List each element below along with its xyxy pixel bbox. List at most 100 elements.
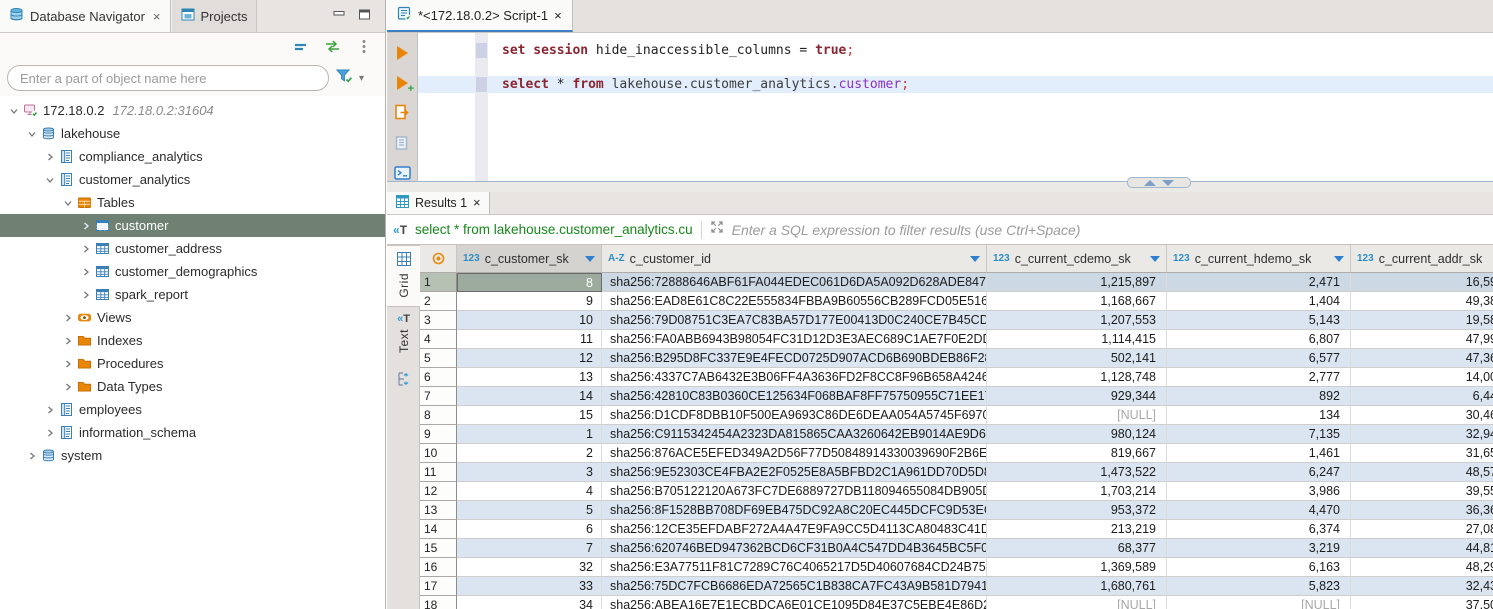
- column-header-c_current_addr_sk[interactable]: 123c_current_addr_sk: [1351, 245, 1493, 273]
- cell-c_customer_id[interactable]: sha256:620746BED947362BCD6CF31B0A4C547DD…: [602, 539, 987, 558]
- cell-c_current_cdemo_sk[interactable]: 929,344: [987, 387, 1167, 406]
- chevron-down-icon[interactable]: [6, 106, 22, 116]
- chevron-right-icon[interactable]: [60, 313, 76, 323]
- cell-c_customer_sk[interactable]: 13: [457, 368, 602, 387]
- row-number[interactable]: 18: [420, 596, 457, 609]
- cell-c_customer_id[interactable]: sha256:8F1528BB708DF69EB475DC92A8C20EC44…: [602, 501, 987, 520]
- cell-c_customer_sk[interactable]: 6: [457, 520, 602, 539]
- tree-item-customer-address[interactable]: customer_address: [0, 237, 385, 260]
- tree-item-lakehouse[interactable]: lakehouse: [0, 122, 385, 145]
- row-number[interactable]: 16: [420, 558, 457, 577]
- chevron-right-icon[interactable]: [42, 152, 58, 162]
- row-number[interactable]: 6: [420, 368, 457, 387]
- value-panel-toggle-icon[interactable]: [387, 371, 419, 387]
- cell-c_current_hdemo_sk[interactable]: 6,163: [1167, 558, 1351, 577]
- execute-script-icon[interactable]: [393, 104, 411, 121]
- execute-statement-icon[interactable]: [393, 44, 411, 61]
- cell-c_current_hdemo_sk[interactable]: 2,471: [1167, 273, 1351, 292]
- column-header-c_current_cdemo_sk[interactable]: 123c_current_cdemo_sk: [987, 245, 1167, 273]
- cell-c_current_hdemo_sk[interactable]: 3,219: [1167, 539, 1351, 558]
- cell-c_current_cdemo_sk[interactable]: 502,141: [987, 349, 1167, 368]
- tree-item-employees[interactable]: employees: [0, 398, 385, 421]
- cell-c_current_addr_sk[interactable]: 31,65: [1351, 444, 1493, 463]
- cell-c_current_hdemo_sk[interactable]: 892: [1167, 387, 1351, 406]
- close-icon[interactable]: ×: [153, 9, 161, 24]
- cell-c_current_addr_sk[interactable]: 19,58: [1351, 311, 1493, 330]
- cell-c_current_cdemo_sk[interactable]: 213,219: [987, 520, 1167, 539]
- cell-c_customer_sk[interactable]: 8: [457, 273, 602, 292]
- cell-c_customer_id[interactable]: sha256:EAD8E61C8C22E555834FBBA9B60556CB2…: [602, 292, 987, 311]
- cell-c_customer_id[interactable]: sha256:4337C7AB6432E3B06FF4A3636FD2F8CC8…: [602, 368, 987, 387]
- cell-c_current_cdemo_sk[interactable]: 1,680,761: [987, 577, 1167, 596]
- tree-item-views[interactable]: Views: [0, 306, 385, 329]
- cell-c_current_hdemo_sk[interactable]: [NULL]: [1167, 596, 1351, 609]
- cell-c_customer_sk[interactable]: 33: [457, 577, 602, 596]
- cell-c_current_addr_sk[interactable]: 14,00: [1351, 368, 1493, 387]
- splitter-grabber[interactable]: [1127, 177, 1191, 188]
- chevron-right-icon[interactable]: [78, 244, 94, 254]
- chevron-right-icon[interactable]: [24, 451, 40, 461]
- row-number[interactable]: 10: [420, 444, 457, 463]
- row-number[interactable]: 12: [420, 482, 457, 501]
- execute-new-tab-icon[interactable]: +: [393, 74, 411, 91]
- cell-c_current_cdemo_sk[interactable]: 1,114,415: [987, 330, 1167, 349]
- cell-c_current_hdemo_sk[interactable]: 5,823: [1167, 577, 1351, 596]
- cell-c_customer_id[interactable]: sha256:B295D8FC337E9E4FECD0725D907ACD6B6…: [602, 349, 987, 368]
- cell-c_current_cdemo_sk[interactable]: [NULL]: [987, 596, 1167, 609]
- row-number[interactable]: 14: [420, 520, 457, 539]
- cell-c_customer_sk[interactable]: 7: [457, 539, 602, 558]
- code-area[interactable]: set session hide_inaccessible_columns = …: [418, 33, 1493, 181]
- chevron-right-icon[interactable]: [78, 221, 94, 231]
- cell-c_customer_sk[interactable]: 5: [457, 501, 602, 520]
- cell-c_current_cdemo_sk[interactable]: 953,372: [987, 501, 1167, 520]
- tree-item-information-schema[interactable]: information_schema: [0, 421, 385, 444]
- cell-c_customer_id[interactable]: sha256:C9115342454A2323DA815865CAA326064…: [602, 425, 987, 444]
- column-header-c_customer_sk[interactable]: 123c_customer_sk: [457, 245, 602, 273]
- cell-c_current_hdemo_sk[interactable]: 1,404: [1167, 292, 1351, 311]
- chevron-down-icon[interactable]: [42, 175, 58, 185]
- cell-c_current_cdemo_sk[interactable]: 980,124: [987, 425, 1167, 444]
- maximize-icon[interactable]: [358, 7, 371, 25]
- cell-c_customer_sk[interactable]: 15: [457, 406, 602, 425]
- cell-c_customer_id[interactable]: sha256:FA0ABB6943B98054FC31D12D3E3AEC689…: [602, 330, 987, 349]
- cell-c_current_hdemo_sk[interactable]: 134: [1167, 406, 1351, 425]
- cell-c_current_cdemo_sk[interactable]: 1,207,553: [987, 311, 1167, 330]
- row-number[interactable]: 17: [420, 577, 457, 596]
- column-dropdown-icon[interactable]: [970, 256, 980, 262]
- cell-c_current_addr_sk[interactable]: 36,36: [1351, 501, 1493, 520]
- tree-item-spark-report[interactable]: spark_report: [0, 283, 385, 306]
- cell-c_current_cdemo_sk[interactable]: 819,667: [987, 444, 1167, 463]
- code-line[interactable]: select * from lakehouse.customer_analyti…: [418, 76, 1493, 93]
- cell-c_customer_sk[interactable]: 3: [457, 463, 602, 482]
- chevron-down-icon[interactable]: [24, 129, 40, 139]
- chevron-right-icon[interactable]: [60, 359, 76, 369]
- expand-filter-icon[interactable]: [710, 220, 724, 239]
- chevron-right-icon[interactable]: [42, 405, 58, 415]
- cell-c_current_cdemo_sk[interactable]: 1,128,748: [987, 368, 1167, 387]
- cell-c_current_cdemo_sk[interactable]: 68,377: [987, 539, 1167, 558]
- cell-c_customer_id[interactable]: sha256:D1CDF8DBB10F500EA9693C86DE6DEAA05…: [602, 406, 987, 425]
- cell-c_current_cdemo_sk[interactable]: 1,369,589: [987, 558, 1167, 577]
- cell-c_current_addr_sk[interactable]: 32,94: [1351, 425, 1493, 444]
- view-menu-icon[interactable]: [355, 38, 373, 56]
- cell-c_current_addr_sk[interactable]: 27,08: [1351, 520, 1493, 539]
- cell-c_current_hdemo_sk[interactable]: 6,247: [1167, 463, 1351, 482]
- sql-console-icon[interactable]: [393, 164, 411, 181]
- chevron-down-icon[interactable]: ▾: [359, 73, 364, 84]
- column-header-c_customer_id[interactable]: A-Zc_customer_id: [602, 245, 987, 273]
- cell-c_current_hdemo_sk[interactable]: 3,986: [1167, 482, 1351, 501]
- splitter-up-icon[interactable]: [1144, 180, 1156, 186]
- row-number[interactable]: 15: [420, 539, 457, 558]
- row-number[interactable]: 9: [420, 425, 457, 444]
- row-number[interactable]: 2: [420, 292, 457, 311]
- tree-item-172-18-0-2[interactable]: 172.18.0.2172.18.0.2:31604: [0, 99, 385, 122]
- filter-placeholder[interactable]: Enter a SQL expression to filter results…: [732, 222, 1081, 238]
- splitter-down-icon[interactable]: [1162, 180, 1174, 186]
- cell-c_current_addr_sk[interactable]: 37,50: [1351, 596, 1493, 609]
- cell-c_customer_id[interactable]: sha256:876ACE5EFED349A2D56F77D5084891433…: [602, 444, 987, 463]
- cell-c_current_hdemo_sk[interactable]: 7,135: [1167, 425, 1351, 444]
- chevron-right-icon[interactable]: [60, 382, 76, 392]
- chevron-right-icon[interactable]: [42, 428, 58, 438]
- code-line[interactable]: set session hide_inaccessible_columns = …: [418, 42, 1493, 59]
- row-number[interactable]: 13: [420, 501, 457, 520]
